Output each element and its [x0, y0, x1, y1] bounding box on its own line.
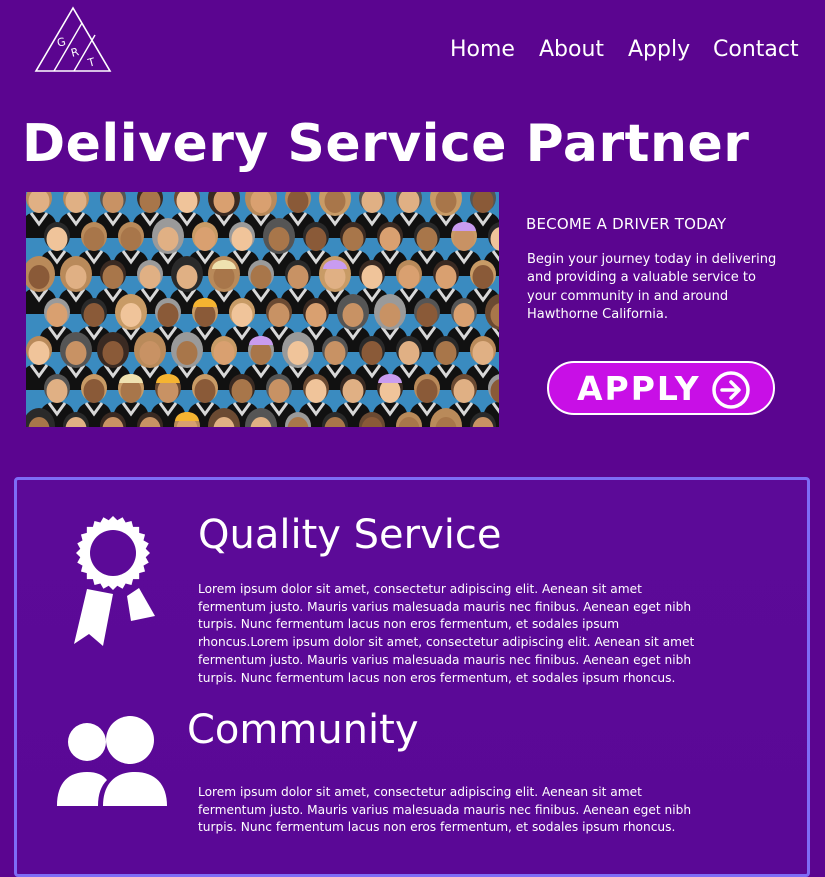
feature-title: Community [187, 707, 419, 753]
brand-logo[interactable]: G R T [34, 6, 112, 74]
triangle-logo-icon: G R T [34, 6, 112, 72]
crowd-of-drivers-illustration [26, 192, 499, 427]
cta-heading: BECOME A DRIVER TODAY [526, 215, 727, 233]
arrow-right-circle-icon [712, 371, 750, 409]
page-title: Delivery Service Partner [22, 114, 750, 174]
nav-contact-link[interactable]: Contact [713, 36, 799, 64]
apply-button[interactable]: APPLY [547, 361, 775, 415]
feature-body: Lorem ipsum dolor sit amet, consectetur … [198, 582, 695, 685]
feature-body: Lorem ipsum dolor sit amet, consectetur … [198, 785, 692, 835]
nav-about-link[interactable]: About [539, 36, 604, 64]
logo-letter: G [56, 35, 68, 50]
crowd-illustration [26, 192, 499, 427]
nav-home-link[interactable]: Home [450, 36, 515, 64]
nav-apply-link[interactable]: Apply [628, 36, 690, 64]
logo-letter: R [70, 45, 81, 60]
apply-button-label: APPLY [577, 369, 701, 408]
feature-title: Quality Service [198, 512, 502, 558]
people-group-icon [57, 716, 167, 806]
award-ribbon-icon [74, 516, 155, 646]
cta-description: Begin your journey today in delivering a… [527, 252, 777, 322]
logo-letter: T [86, 55, 97, 70]
features-panel: Quality Service Lorem ipsum dolor sit am… [14, 477, 810, 877]
